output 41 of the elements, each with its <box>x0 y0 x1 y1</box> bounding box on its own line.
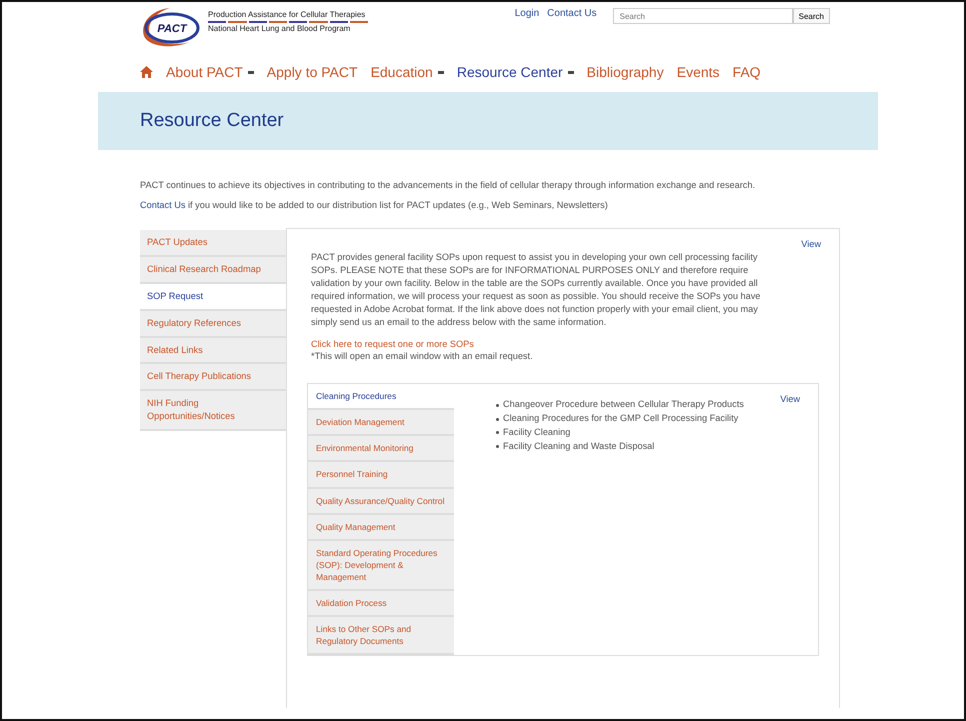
sop-list-item: Facility Cleaning <box>496 426 818 440</box>
sop-category-tab[interactable]: Deviation Management <box>308 410 454 436</box>
sidebar-item[interactable]: Clinical Research Roadmap <box>140 256 286 284</box>
nav-link[interactable]: Events <box>676 64 720 80</box>
sop-category-tab[interactable]: Quality Management <box>308 514 454 541</box>
sop-list-item: Cleaning Procedures for the GMP Cell Processing Facility <box>496 412 818 426</box>
sop-category-tab[interactable]: Validation Process <box>308 590 454 617</box>
search-button[interactable]: Search <box>792 8 830 24</box>
sop-category-tab[interactable]: Links to Other SOPs and Regulatory Documents <box>308 616 454 655</box>
home-icon[interactable] <box>140 66 153 78</box>
sop-category-tab[interactable]: Personnel Training <box>308 462 454 488</box>
sop-category-tab[interactable]: Standard Operating Procedures (SOP): Development & Management <box>308 540 454 591</box>
sop-category-tab[interactable]: Cleaning Procedures <box>308 384 454 410</box>
top-link[interactable]: Contact Us <box>547 8 597 54</box>
nav-link[interactable]: Bibliography <box>586 64 664 80</box>
nav-link[interactable]: Apply to PACT <box>266 64 358 80</box>
intro-text: PACT continues to achieve its objectives in contributing to the advancements in the field of cellular therapy through information exchange and research. <box>140 180 756 190</box>
top-link[interactable]: Login <box>514 8 540 54</box>
logo-subtitle: National Heart Lung and Blood Program <box>208 25 352 33</box>
request-link[interactable]: Click here to request one or more SOPs <box>311 339 474 350</box>
nav-link[interactable]: FAQ <box>732 64 761 80</box>
contact-link[interactable]: Contact Us <box>140 200 186 210</box>
page-title: Resource Center <box>140 110 284 132</box>
nav-link[interactable]: Resource Center <box>456 64 574 80</box>
nav-link[interactable]: About PACT <box>166 64 254 80</box>
sop-category-tab[interactable]: Quality Assurance/Quality Control <box>308 488 454 515</box>
intro-text: Contact Us if you would like to be added to our distribution list for PACT updates (e.g., Web Seminars, Newsletters) <box>140 200 609 210</box>
view-link[interactable]: View <box>801 239 821 249</box>
logo-text: Production Assistance for Cellular Therapies <box>208 11 366 19</box>
sidebar-item[interactable]: NIH Funding Opportunities/Notices <box>140 391 286 431</box>
sop-description: PACT provides general facility SOPs upon request to assist you in developing your own cell processing facility SOPs. PLEASE NOTE that these SOPs are for INFORMATIONAL PURPOSES ONLY and therefore require validation by your own facility. Below in the table are the SOPs currently available. Once you have provided all required information, we will process your request as soon as possible. You should receive the SOPs you have requested in Adobe Acrobat format. If the link above does not function properly with your email client, you may simply send us an email to the address below with the same information. <box>311 251 762 330</box>
sop-list-item: Facility Cleaning and Waste Disposal <box>496 440 818 454</box>
sidebar-item[interactable]: Cell Therapy Publications <box>140 364 286 392</box>
search-field[interactable]: Search <box>612 8 793 24</box>
email-note: *This will open an email window with an email request. <box>311 351 534 362</box>
sidebar-item[interactable]: PACT Updates <box>140 230 286 257</box>
sop-category-tab[interactable]: Environmental Monitoring <box>308 436 454 462</box>
sidebar-item[interactable]: Regulatory References <box>140 310 286 338</box>
view-link[interactable]: View <box>780 394 800 404</box>
nav-link[interactable]: Education <box>370 64 444 80</box>
sidebar-item[interactable]: Related Links <box>140 338 286 364</box>
